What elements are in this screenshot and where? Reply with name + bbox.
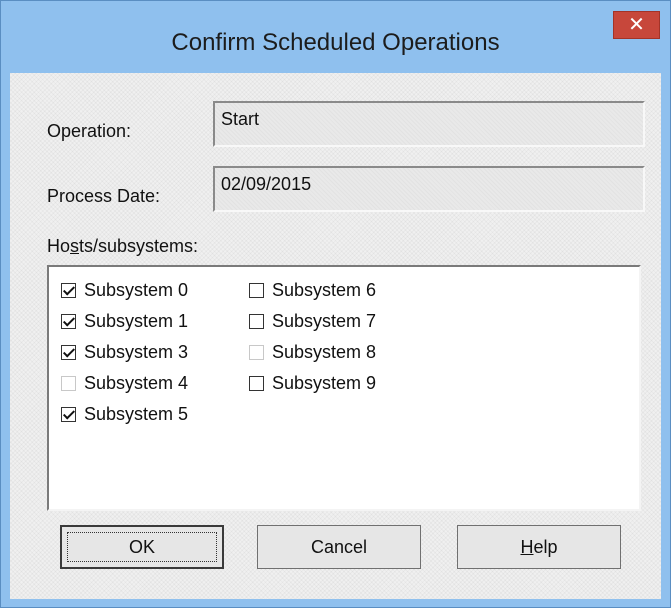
process-date-label: Process Date: (47, 186, 161, 206)
subsystem-3-checkbox[interactable] (61, 344, 76, 360)
subsystem-8-item: Subsystem 8 (249, 340, 376, 364)
hosts-subsystems-label: Hosts/subsystems: (47, 236, 199, 256)
subsystem-6-item[interactable]: Subsystem 6 (249, 278, 376, 302)
subsystem-9-checkbox[interactable] (249, 375, 264, 391)
help-label: elp (533, 537, 558, 557)
subsystem-0-label: Subsystem 0 (84, 279, 189, 300)
close-icon: ✕ (628, 14, 645, 36)
cancel-label: Cancel (310, 537, 368, 557)
ok-button[interactable]: OK (60, 525, 224, 569)
cancel-button[interactable]: Cancel (257, 525, 421, 569)
subsystem-5-item[interactable]: Subsystem 5 (61, 402, 188, 426)
process-date-field: 02/09/2015 (213, 166, 645, 212)
close-button[interactable]: ✕ (613, 11, 660, 39)
operation-field: Start (213, 101, 645, 147)
title-bar[interactable]: Confirm Scheduled Operations ✕ (1, 1, 670, 56)
subsystem-6-label: Subsystem 6 (272, 279, 377, 300)
help-accel: H (520, 537, 534, 557)
subsystem-9-label: Subsystem 9 (272, 372, 377, 393)
subsystem-8-checkbox (249, 344, 264, 360)
subsystem-7-checkbox[interactable] (249, 313, 264, 329)
subsystem-8-label: Subsystem 8 (272, 341, 377, 362)
subsystem-7-item[interactable]: Subsystem 7 (249, 309, 376, 333)
subsystem-3-label: Subsystem 3 (84, 341, 189, 362)
dialog-body: Operation: Start Process Date: 02/09/201… (10, 73, 661, 599)
subsystem-9-item[interactable]: Subsystem 9 (249, 371, 376, 395)
operation-label: Operation: (47, 121, 132, 141)
subsystem-0-checkbox[interactable] (61, 282, 76, 298)
subsystem-6-checkbox[interactable] (249, 282, 264, 298)
subsystem-4-item: Subsystem 4 (61, 371, 188, 395)
subsystem-4-label: Subsystem 4 (84, 372, 189, 393)
subsystem-1-checkbox[interactable] (61, 313, 76, 329)
dialog-title: Confirm Scheduled Operations (171, 29, 500, 56)
subsystem-1-label: Subsystem 1 (84, 310, 189, 331)
subsystem-3-item[interactable]: Subsystem 3 (61, 340, 188, 364)
help-button[interactable]: Help (457, 525, 621, 569)
subsystem-4-checkbox (61, 375, 76, 391)
subsystem-7-label: Subsystem 7 (272, 310, 377, 331)
subsystem-5-checkbox[interactable] (61, 406, 76, 422)
subsystem-0-item[interactable]: Subsystem 0 (61, 278, 188, 302)
subsystem-5-label: Subsystem 5 (84, 403, 189, 424)
subsystem-1-item[interactable]: Subsystem 1 (61, 309, 188, 333)
focus-rect (67, 532, 217, 562)
dialog-window: Confirm Scheduled Operations ✕ Operation… (0, 0, 671, 608)
subsystems-list[interactable]: Subsystem 0 Subsystem 1 Subsystem 3 Subs… (47, 265, 641, 511)
